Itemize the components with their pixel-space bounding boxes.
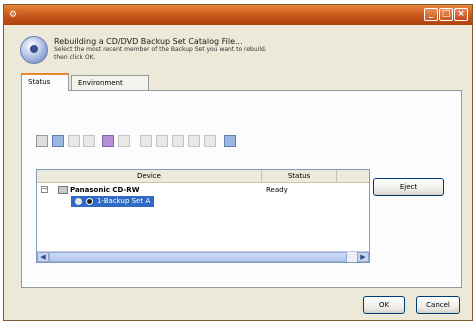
filter-icon[interactable]: [52, 135, 64, 147]
column-header-filler: [337, 170, 369, 183]
scroll-right-icon[interactable]: ▶: [357, 252, 369, 262]
filter-disabled-icon[interactable]: [68, 135, 80, 147]
maximize-button[interactable]: □: [439, 8, 453, 21]
catalog-disc-icon: [20, 36, 48, 64]
tab-environment[interactable]: Environment: [71, 75, 149, 90]
close-button[interactable]: ×: [454, 8, 468, 21]
column-header-device[interactable]: Device: [37, 170, 262, 183]
instruction-line-1: Select the most recent member of the Bac…: [54, 46, 267, 53]
horizontal-scrollbar[interactable]: ◀ ▶: [37, 251, 369, 262]
dialog-heading: Rebuilding a CD/DVD Backup Set Catalog F…: [54, 37, 243, 46]
minimize-button[interactable]: _: [424, 8, 438, 21]
member-icon: [86, 198, 93, 205]
collapse-icon[interactable]: −: [41, 186, 48, 193]
app-icon: ⚙: [9, 10, 18, 20]
ok-button[interactable]: OK: [363, 296, 405, 314]
media-disabled-icon-4[interactable]: [188, 135, 200, 147]
disc-icon: [75, 198, 82, 205]
copy-disabled-icon[interactable]: [83, 135, 95, 147]
cd-drive-icon: [58, 186, 68, 194]
device-list[interactable]: Device Status − Panasonic CD-RW Ready 1-…: [36, 169, 370, 263]
backup-set-label: 1-Backup Set A: [97, 197, 151, 205]
close-icon: ×: [457, 9, 465, 19]
tab-status[interactable]: Status: [21, 73, 69, 91]
table-row[interactable]: 1-Backup Set A: [37, 196, 369, 208]
erase-icon[interactable]: [102, 135, 114, 147]
media-disabled-icon-1[interactable]: [140, 135, 152, 147]
title-bar[interactable]: ⚙ _ □ ×: [4, 5, 472, 25]
instruction-line-2: then click OK.: [54, 54, 96, 61]
delete-disabled-icon[interactable]: [118, 135, 130, 147]
device-name: Panasonic CD-RW: [70, 186, 140, 194]
media-disabled-icon-3[interactable]: [172, 135, 184, 147]
dialog-instructions: Select the most recent member of the Bac…: [54, 46, 394, 62]
backup-set-item[interactable]: 1-Backup Set A: [71, 196, 155, 207]
cancel-button[interactable]: Cancel: [416, 296, 460, 314]
media-disabled-icon-2[interactable]: [156, 135, 168, 147]
device-status: Ready: [266, 186, 288, 194]
media-disabled-icon-5[interactable]: [204, 135, 216, 147]
scroll-thumb[interactable]: [49, 252, 347, 262]
dialog-window: ⚙ _ □ × Rebuilding a CD/DVD Backup Set C…: [3, 4, 473, 321]
column-header-status[interactable]: Status: [262, 170, 337, 183]
help-icon[interactable]: [224, 135, 236, 147]
eject-button[interactable]: Eject: [373, 178, 444, 196]
properties-icon[interactable]: [36, 135, 48, 147]
scroll-left-icon[interactable]: ◀: [37, 252, 49, 262]
table-row[interactable]: − Panasonic CD-RW Ready: [37, 184, 369, 196]
maximize-icon: □: [441, 9, 451, 19]
minimize-icon: _: [428, 9, 434, 19]
